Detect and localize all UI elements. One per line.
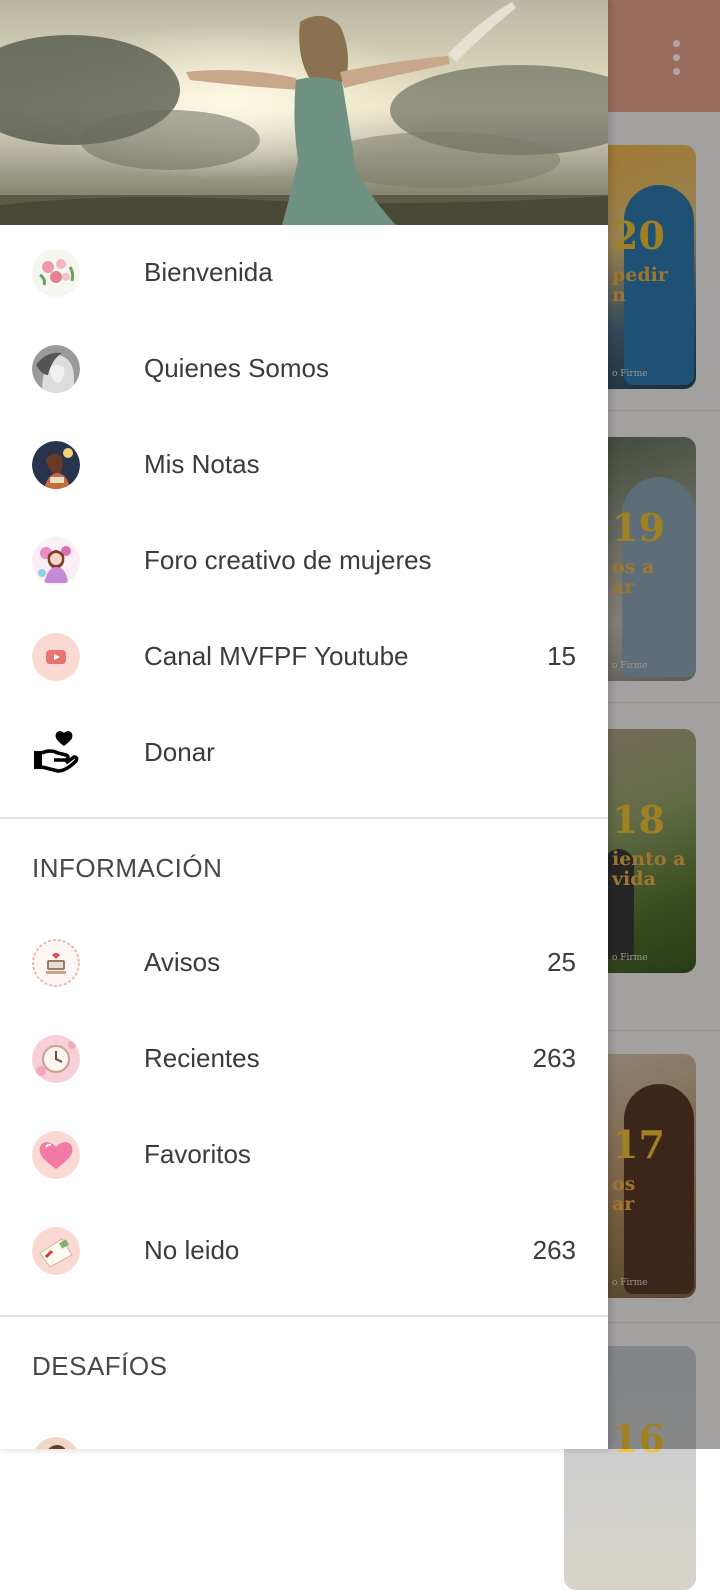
drawer-item-partial[interactable] <box>0 1413 608 1449</box>
drawer-item-bienvenida[interactable]: Bienvenida <box>0 225 608 321</box>
drawer-item-favoritos[interactable]: Favoritos <box>0 1107 608 1203</box>
clock-icon <box>32 1035 80 1083</box>
drawer-item-label: Mis Notas <box>144 449 260 479</box>
woman-sky-illustration <box>0 0 608 225</box>
envelope-icon <box>32 1227 80 1275</box>
flower-bouquet-icon <box>32 249 80 297</box>
drawer-item-count: 15 <box>547 641 576 671</box>
drawer-item-label: Donar <box>144 737 215 767</box>
drawer-item-label: Quienes Somos <box>144 353 329 383</box>
drawer-item-count: 263 <box>532 1235 576 1265</box>
drawer-item-recientes[interactable]: Recientes 263 <box>0 1011 608 1107</box>
drawer-item-quienes-somos[interactable]: Quienes Somos <box>0 321 608 417</box>
drawer-item-donar[interactable]: Donar <box>0 705 608 801</box>
drawer-item-label: Foro creativo de mujeres <box>144 545 432 575</box>
doll-sticker-icon <box>32 537 80 585</box>
drawer-item-count: 263 <box>532 1043 576 1073</box>
section-title-informacion: INFORMACIÓN <box>32 853 223 883</box>
drawer-item-label: Canal MVFPF Youtube <box>144 641 409 671</box>
drawer-item-avisos[interactable]: Avisos 25 <box>0 915 608 1011</box>
drawer-item-count: 25 <box>547 947 576 977</box>
heart-hand-icon <box>32 729 80 777</box>
section-divider <box>0 1315 608 1317</box>
drawer-header-image <box>0 0 608 225</box>
drawer-item-mis-notas[interactable]: Mis Notas <box>0 417 608 513</box>
heart-icon <box>32 1131 80 1179</box>
woman-portrait-icon <box>32 345 80 393</box>
drawer-item-youtube[interactable]: Canal MVFPF Youtube 15 <box>0 609 608 705</box>
navigation-drawer: Bienvenida Quienes Somos Mis Notas Foro … <box>0 0 608 1449</box>
section-title-desafios: DESAFÍOS <box>32 1351 168 1381</box>
drawer-item-label: Favoritos <box>144 1139 251 1169</box>
section-divider <box>0 817 608 819</box>
woman-reading-icon <box>32 441 80 489</box>
drawer-item-label: Avisos <box>144 947 221 977</box>
drawer-item-label: Bienvenida <box>144 257 273 287</box>
drawer-item-no-leido[interactable]: No leido 263 <box>0 1203 608 1299</box>
notice-board-icon <box>32 939 80 987</box>
drawer-item-label: Recientes <box>144 1043 260 1073</box>
drawer-item-foro-creativo[interactable]: Foro creativo de mujeres <box>0 513 608 609</box>
woman-avatar-icon <box>32 1437 80 1449</box>
youtube-icon <box>32 633 80 681</box>
drawer-item-label: No leido <box>144 1235 240 1265</box>
